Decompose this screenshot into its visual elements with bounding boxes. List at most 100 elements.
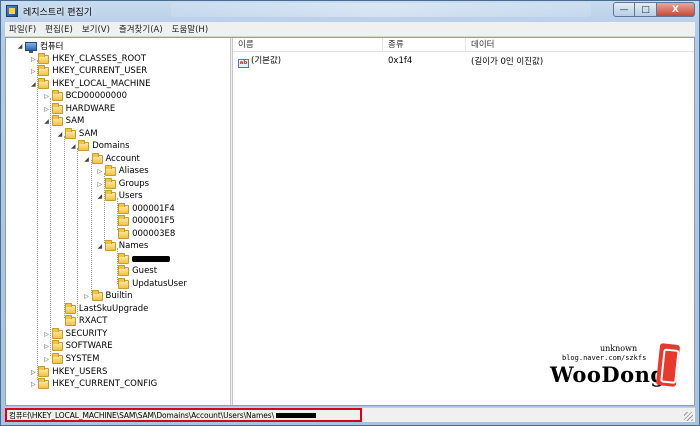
tree-item[interactable]: ▷ Groups: [96, 177, 150, 190]
collapse-arrow-icon[interactable]: ◢: [69, 143, 77, 150]
tree-item[interactable]: ▷ SOFTWARE: [43, 339, 113, 352]
tree-item[interactable]: Guest: [109, 264, 158, 277]
collapse-arrow-icon[interactable]: ◢: [56, 131, 64, 138]
resize-grip-icon[interactable]: [684, 412, 693, 421]
expand-arrow-icon[interactable]: ▷: [29, 56, 37, 63]
tree-item[interactable]: ◢ Domains: [69, 139, 130, 152]
tree-item-label: Guest: [132, 266, 158, 276]
tree-item-label: Builtin: [105, 291, 133, 301]
folder-icon: [104, 164, 116, 176]
tree-item-label: HKEY_LOCAL_MACHINE: [52, 79, 151, 89]
expand-arrow-icon[interactable]: ▷: [96, 181, 104, 188]
tree-item-label: SAM: [65, 116, 85, 126]
collapse-arrow-icon[interactable]: ◢: [16, 43, 24, 50]
menu-edit[interactable]: 편집(E): [45, 23, 73, 35]
collapse-arrow-icon[interactable]: ◢: [29, 81, 37, 88]
redacted-key-label: [132, 256, 171, 262]
column-header-data[interactable]: 데이터: [466, 38, 694, 52]
folder-icon: [91, 289, 103, 301]
minimize-button[interactable]: —: [613, 2, 635, 17]
tree-item-label: BCD00000000: [65, 91, 128, 101]
folder-icon: [118, 202, 130, 214]
folder-icon: [104, 177, 116, 189]
tree-guide-line: [77, 148, 78, 318]
tree-item[interactable]: ▷ SECURITY: [43, 327, 107, 340]
tree-item[interactable]: 000001F5: [109, 214, 175, 227]
tree-item[interactable]: ◢ Account: [83, 152, 140, 165]
tree-item[interactable]: ▷ BCD00000000: [43, 89, 128, 102]
collapse-arrow-icon[interactable]: ◢: [96, 193, 104, 200]
tree-item-label: Names: [118, 241, 149, 251]
tree-item[interactable]: LastSkuUpgrade: [56, 302, 148, 315]
folder-icon: [51, 352, 63, 364]
tree-item[interactable]: ▷ SYSTEM: [43, 352, 99, 365]
tree-item-label: Aliases: [118, 166, 149, 176]
menu-file[interactable]: 파일(F): [9, 23, 36, 35]
expand-arrow-icon[interactable]: ▷: [43, 356, 51, 363]
column-header-type[interactable]: 종류: [383, 38, 466, 52]
folder-icon: [104, 189, 116, 201]
title-bar[interactable]: 레지스트리 편집기 — □ X: [1, 1, 699, 21]
tree-item[interactable]: [109, 252, 171, 265]
collapse-arrow-icon[interactable]: ◢: [96, 243, 104, 250]
expand-arrow-icon[interactable]: ▷: [96, 168, 104, 175]
tree-item[interactable]: ◢ Users: [96, 189, 143, 202]
folder-icon: [51, 102, 63, 114]
menu-favorites[interactable]: 즐겨찾기(A): [119, 23, 163, 35]
tree-item[interactable]: ▷ HKEY_CURRENT_USER: [29, 64, 147, 77]
folder-icon: [38, 64, 50, 76]
folder-icon: [91, 152, 103, 164]
expand-arrow-icon[interactable]: ▷: [29, 68, 37, 75]
tree-item[interactable]: ◢ Names: [96, 239, 149, 252]
watermark-unknown-text: unknown: [600, 344, 638, 353]
maximize-button[interactable]: □: [635, 2, 657, 17]
watermark-stamp-icon: [655, 343, 681, 387]
blurred-background-tabs: [171, 3, 591, 17]
tree-item[interactable]: ▷ HKEY_CLASSES_ROOT: [29, 52, 146, 65]
tree-guide-line: [64, 136, 65, 318]
tree-item[interactable]: ◢ HKEY_LOCAL_MACHINE: [29, 77, 151, 90]
expand-arrow-icon[interactable]: ▷: [43, 331, 51, 338]
tree-item[interactable]: RXACT: [56, 314, 107, 327]
tree-item-label: SOFTWARE: [65, 341, 113, 351]
tree-item[interactable]: 000001F4: [109, 202, 175, 215]
tree-item[interactable]: UpdatusUser: [109, 277, 187, 290]
expand-arrow-icon[interactable]: ▷: [29, 369, 37, 376]
tree-item[interactable]: ▷ HARDWARE: [43, 102, 115, 115]
tree-item-label: Users: [118, 191, 143, 201]
tree-item[interactable]: ◢ SAM: [43, 114, 85, 127]
tree-item[interactable]: ▷ Aliases: [96, 164, 149, 177]
expand-arrow-icon[interactable]: ▷: [43, 106, 51, 113]
expand-arrow-icon[interactable]: ▷: [83, 293, 91, 300]
collapse-arrow-icon[interactable]: ◢: [83, 156, 91, 163]
registry-editor-icon: [6, 5, 18, 17]
values-list-pane[interactable]: 이름 종류 데이터 ab (기본값) 0x1f4 (길이가 0인 이진값) unk…: [233, 38, 694, 405]
status-bar: 컴퓨터\HKEY_LOCAL_MACHINE\SAM\SAM\Domains\A…: [5, 407, 695, 422]
close-button[interactable]: X: [657, 2, 695, 17]
tree-item[interactable]: ▷ HKEY_USERS: [29, 365, 107, 378]
folder-icon: [118, 252, 130, 264]
tree-item[interactable]: ◢ 컴퓨터: [16, 40, 64, 53]
registry-editor-window: 레지스트리 편집기 — □ X 파일(F) 편집(E) 보기(V) 즐겨찾기(A…: [0, 0, 700, 426]
collapse-arrow-icon[interactable]: ◢: [43, 118, 51, 125]
folder-icon: [38, 77, 50, 89]
menu-help[interactable]: 도움말(H): [172, 23, 208, 35]
tree-item-label: Groups: [118, 179, 150, 189]
expand-arrow-icon[interactable]: ▷: [43, 93, 51, 100]
tree-item-label: 컴퓨터: [40, 42, 64, 52]
tree-item[interactable]: ◢ SAM: [56, 127, 98, 140]
tree-item[interactable]: ▷ Builtin: [83, 289, 133, 302]
menu-view[interactable]: 보기(V): [82, 23, 110, 35]
tree-item[interactable]: ▷ HKEY_CURRENT_CONFIG: [29, 377, 157, 390]
folder-icon: [64, 302, 76, 314]
tree-item-label: Account: [105, 154, 140, 164]
value-name: (기본값): [251, 56, 282, 66]
registry-tree-pane[interactable]: ◢ 컴퓨터 ▷ HKEY_CLASSES_ROOT ▷ HKEY_CURRENT_USER…: [6, 38, 230, 405]
folder-icon: [51, 114, 63, 126]
expand-arrow-icon[interactable]: ▷: [29, 381, 37, 388]
column-header-name[interactable]: 이름: [233, 38, 383, 52]
value-type: 0x1f4: [388, 56, 413, 66]
expand-arrow-icon[interactable]: ▷: [43, 343, 51, 350]
tree-item[interactable]: 000003E8: [109, 227, 175, 240]
list-item[interactable]: ab (기본값) 0x1f4 (길이가 0인 이진값): [233, 55, 694, 68]
